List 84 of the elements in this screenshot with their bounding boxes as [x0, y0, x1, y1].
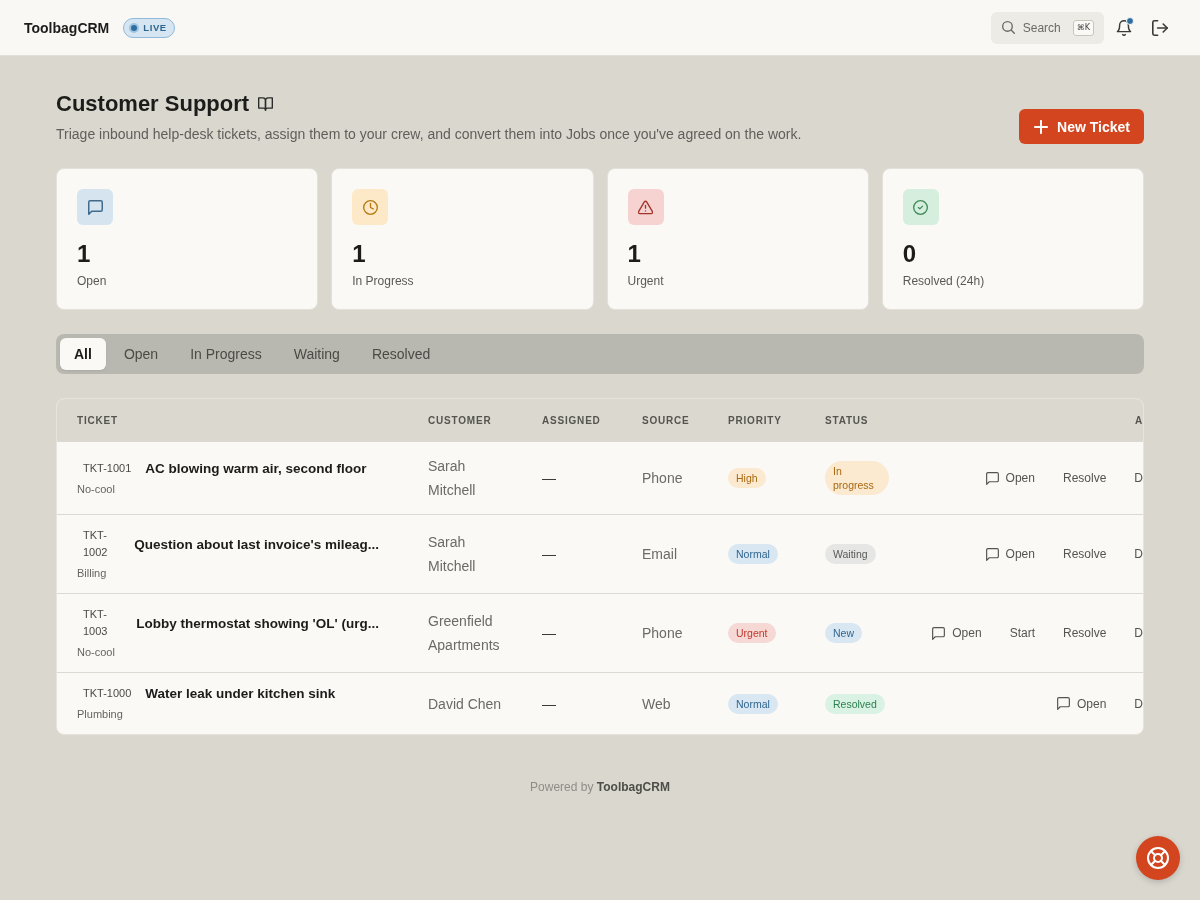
filter-tab[interactable]: Open — [109, 338, 173, 370]
live-label: LIVE — [143, 22, 167, 33]
stat-label: Open — [77, 273, 107, 289]
priority-badge: Urgent — [728, 623, 776, 643]
action-button[interactable]: Resolve — [1052, 620, 1117, 646]
action-button[interactable]: D — [1124, 541, 1143, 567]
priority-badge: High — [728, 468, 766, 488]
chat-bubble-icon — [932, 626, 946, 640]
stat-value: 0 — [902, 240, 917, 268]
shortcut-key: ⌘K — [1072, 19, 1094, 36]
book-icon[interactable] — [258, 97, 274, 111]
customer-name: Greenfield Apartments — [428, 613, 500, 653]
plus-icon — [1034, 119, 1049, 134]
chat-bubble-icon — [1056, 697, 1070, 710]
column-header: TICKET — [77, 414, 119, 426]
customer-name: David Chen — [428, 695, 502, 712]
action-button[interactable]: Open — [1046, 690, 1117, 717]
priority-badge: Normal — [728, 693, 778, 714]
chat-bubble-icon — [985, 471, 999, 485]
ticket-id: TKT-1002 — [83, 528, 109, 560]
status-badge: In progress — [825, 461, 889, 495]
ticket-title[interactable]: Water leak under kitchen sink — [145, 686, 336, 701]
ticket-id: TKT-1000 — [83, 686, 132, 701]
action-button[interactable]: Start — [999, 620, 1045, 646]
ticket-category: Billing — [77, 566, 107, 581]
ticket-source: Email — [642, 545, 677, 564]
column-header: A — [1134, 414, 1143, 426]
search-icon — [1001, 21, 1015, 34]
column-header: PRIORITY — [728, 414, 783, 426]
new-ticket-button[interactable]: New Ticket — [1019, 109, 1144, 144]
action-button[interactable]: Open — [975, 465, 1045, 491]
ticket-category: Plumbing — [77, 707, 123, 722]
stat-value: 1 — [627, 240, 641, 268]
column-header: CUSTOMER — [428, 414, 493, 426]
action-button[interactable]: Open — [975, 541, 1045, 567]
bell-icon — [1116, 19, 1132, 36]
stat-label: In Progress — [352, 273, 414, 289]
ticket-id: TKT-1001 — [83, 460, 132, 476]
ticket-category: No-cool — [77, 481, 115, 497]
ticket-title[interactable]: Lobby thermostat showing 'OL' (urg... — [136, 615, 379, 631]
filter-tab[interactable]: In Progress — [176, 338, 276, 370]
ticket-title[interactable]: AC blowing warm air, second floor — [145, 460, 367, 476]
filter-tab[interactable]: All — [60, 338, 106, 370]
live-dot-icon — [129, 22, 140, 33]
status-badge: New — [825, 623, 862, 643]
action-button[interactable]: Open — [922, 620, 992, 646]
action-button[interactable]: D — [1124, 690, 1143, 717]
search-button[interactable]: Search ⌘K — [990, 11, 1104, 44]
column-header: ASSIGNED — [542, 414, 602, 426]
assignee: — — [542, 694, 556, 714]
action-button[interactable]: Resolve — [1052, 541, 1117, 567]
priority-badge: Normal — [728, 544, 778, 564]
status-badge: Resolved — [825, 693, 885, 714]
stat-label: Resolved (24h) — [902, 273, 985, 289]
stat-value: 1 — [77, 240, 91, 268]
ticket-id: TKT-1003 — [83, 607, 109, 639]
brand-name: ToolbagCRM — [24, 19, 110, 36]
footer-text: Powered by ToolbagCRM — [529, 779, 671, 795]
status-badge: Waiting — [825, 544, 876, 564]
assignee: — — [542, 545, 556, 564]
column-header: STATUS — [825, 414, 870, 426]
filter-tab[interactable]: Waiting — [279, 338, 354, 370]
page-title: Customer Support — [56, 90, 250, 118]
ticket-source: Phone — [642, 624, 683, 643]
ticket-title[interactable]: Question about last invoice's mileag... — [134, 536, 379, 552]
ticket-source: Web — [642, 694, 671, 714]
stat-label: Urgent — [627, 273, 664, 289]
help-button[interactable] — [1136, 836, 1180, 880]
customer-name: Sarah Mitchell — [428, 534, 476, 574]
column-header: SOURCE — [642, 414, 691, 426]
page-subtitle: Triage inbound help-desk tickets, assign them to your crew, and convert them into Jobs once you've agreed on the work. — [56, 125, 802, 144]
action-button[interactable]: D — [1124, 620, 1143, 646]
filter-tab[interactable]: Resolved — [357, 338, 445, 370]
ticket-category: No-cool — [77, 645, 115, 660]
stat-value: 1 — [352, 240, 366, 268]
customer-name: Sarah Mitchell — [428, 458, 476, 498]
chat-bubble-icon — [985, 547, 999, 561]
logout-icon — [1152, 19, 1168, 36]
lifebuoy-icon — [1147, 847, 1169, 869]
action-button[interactable]: D — [1124, 465, 1143, 491]
ticket-source: Phone — [642, 469, 683, 488]
action-button[interactable]: Resolve — [1052, 465, 1117, 491]
assignee: — — [542, 624, 556, 643]
assignee: — — [542, 469, 556, 488]
